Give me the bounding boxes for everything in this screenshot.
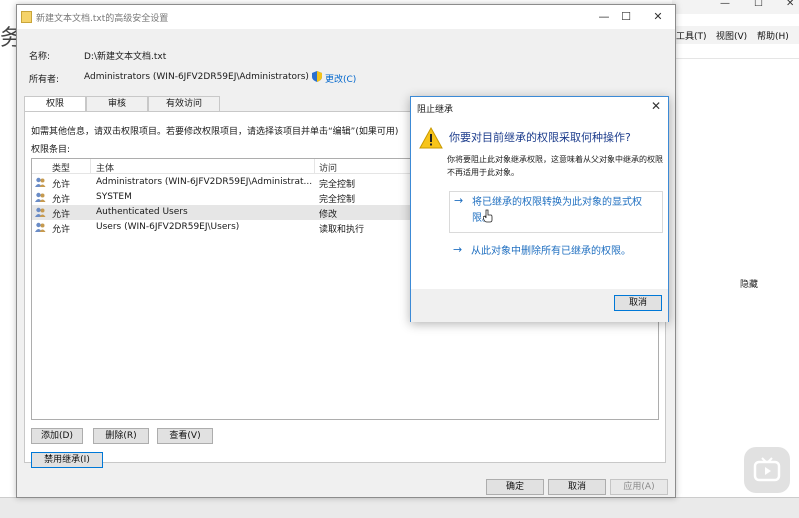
dialog-footer: 取消 xyxy=(411,289,668,322)
row-type: 允许 xyxy=(52,180,71,190)
users-icon xyxy=(35,192,46,202)
change-owner-link[interactable]: 更改(C) xyxy=(325,72,356,85)
row-access: 完全控制 xyxy=(319,180,356,190)
background-titlebar: — ☐ ✕ xyxy=(672,0,799,14)
shield-icon xyxy=(312,71,322,82)
disable-inheritance-button[interactable]: 禁用继承(I) xyxy=(31,452,103,468)
warning-icon xyxy=(419,127,443,149)
row-access: 修改 xyxy=(319,210,338,220)
users-icon xyxy=(35,177,46,187)
bg-close-button[interactable]: ✕ xyxy=(786,0,794,9)
remove-inherited-option[interactable]: → 从此对象中删除所有已继承的权限。 xyxy=(449,241,663,283)
name-value: D:\新建文本文档.txt xyxy=(84,52,167,62)
users-icon xyxy=(35,222,46,232)
dialog-description: 你将要阻止此对象继承权限，这意味着从父对象中继承的权限不再适用于此对象。 xyxy=(447,155,663,177)
owner-value: Administrators (WIN-6JFV2DR59EJ\Administ… xyxy=(84,72,309,82)
folder-icon xyxy=(21,11,32,23)
background-right-panel xyxy=(668,58,799,298)
minimize-button[interactable]: — xyxy=(593,8,615,26)
menu-tools[interactable]: 工具(T) xyxy=(676,29,707,42)
row-type: 允许 xyxy=(52,225,71,235)
row-type: 允许 xyxy=(52,195,71,205)
view-button[interactable]: 查看(V) xyxy=(157,428,213,444)
remove-option-label: 从此对象中删除所有已继承的权限。 xyxy=(471,246,631,257)
close-button[interactable]: ✕ xyxy=(647,8,669,26)
row-principal: Administrators (WIN-6JFV2DR59EJ\Administ… xyxy=(96,177,312,187)
player-overlay-button[interactable] xyxy=(744,447,790,493)
convert-option-label: 将已继承的权限转换为此对象的显式权限。 xyxy=(472,197,642,224)
column-access[interactable]: 访问 xyxy=(319,161,337,174)
add-button[interactable]: 添加(D) xyxy=(31,428,83,444)
title-bar: 新建文本文档.txt的高级安全设置 — ☐ ✕ xyxy=(17,5,675,29)
dialog-close-button[interactable]: ✕ xyxy=(651,99,661,113)
remove-button[interactable]: 删除(R) xyxy=(93,428,149,444)
instructions-text: 如需其他信息，请双击权限项目。若要修改权限项目，请选择该项目并单击“编辑”(如果… xyxy=(31,127,399,137)
apply-button[interactable]: 应用(A) xyxy=(610,479,668,495)
cancel-button[interactable]: 取消 xyxy=(548,479,606,495)
ok-button[interactable]: 确定 xyxy=(486,479,544,495)
row-principal: Authenticated Users xyxy=(96,207,188,217)
row-access: 读取和执行 xyxy=(319,225,365,235)
block-inheritance-dialog: 阻止继承 ✕ 你要对目前继承的权限采取何种操作? 你将要阻止此对象继承权限，这意… xyxy=(410,96,669,322)
tv-play-icon xyxy=(753,457,781,482)
permission-entries-label: 权限条目: xyxy=(31,145,71,155)
dialog-question: 你要对目前继承的权限采取何种操作? xyxy=(449,131,631,144)
row-principal: SYSTEM xyxy=(96,192,132,202)
row-access: 完全控制 xyxy=(319,195,356,205)
maximize-button[interactable]: ☐ xyxy=(615,8,637,26)
window-title: 新建文本文档.txt的高级安全设置 xyxy=(36,14,169,24)
name-label: 名称: xyxy=(29,52,51,62)
tab-permissions[interactable]: 权限 xyxy=(24,96,86,112)
arrow-right-icon: → xyxy=(454,194,464,207)
column-type[interactable]: 类型 xyxy=(52,161,70,174)
tab-effective-access[interactable]: 有效访问 xyxy=(148,96,220,111)
hide-label[interactable]: 隐藏 xyxy=(740,277,758,290)
users-icon xyxy=(35,207,46,217)
menu-help[interactable]: 帮助(H) xyxy=(757,29,789,42)
menu-view[interactable]: 视图(V) xyxy=(716,29,747,42)
dialog-cancel-button[interactable]: 取消 xyxy=(614,295,662,311)
dialog-title: 阻止继承 xyxy=(417,105,454,115)
tab-auditing[interactable]: 审核 xyxy=(86,96,148,111)
convert-inherited-option[interactable]: → 将已继承的权限转换为此对象的显式权限。 xyxy=(449,191,663,233)
bg-maximize-button[interactable]: ☐ xyxy=(754,0,763,9)
owner-label: 所有者: xyxy=(29,75,60,85)
column-principal[interactable]: 主体 xyxy=(96,161,114,174)
hand-cursor-icon xyxy=(483,209,493,223)
background-bottom-bar xyxy=(0,497,799,518)
arrow-right-icon: → xyxy=(453,243,463,256)
bg-minimize-button[interactable]: — xyxy=(720,0,730,9)
row-type: 允许 xyxy=(52,210,71,220)
row-principal: Users (WIN-6JFV2DR59EJ\Users) xyxy=(96,222,240,232)
